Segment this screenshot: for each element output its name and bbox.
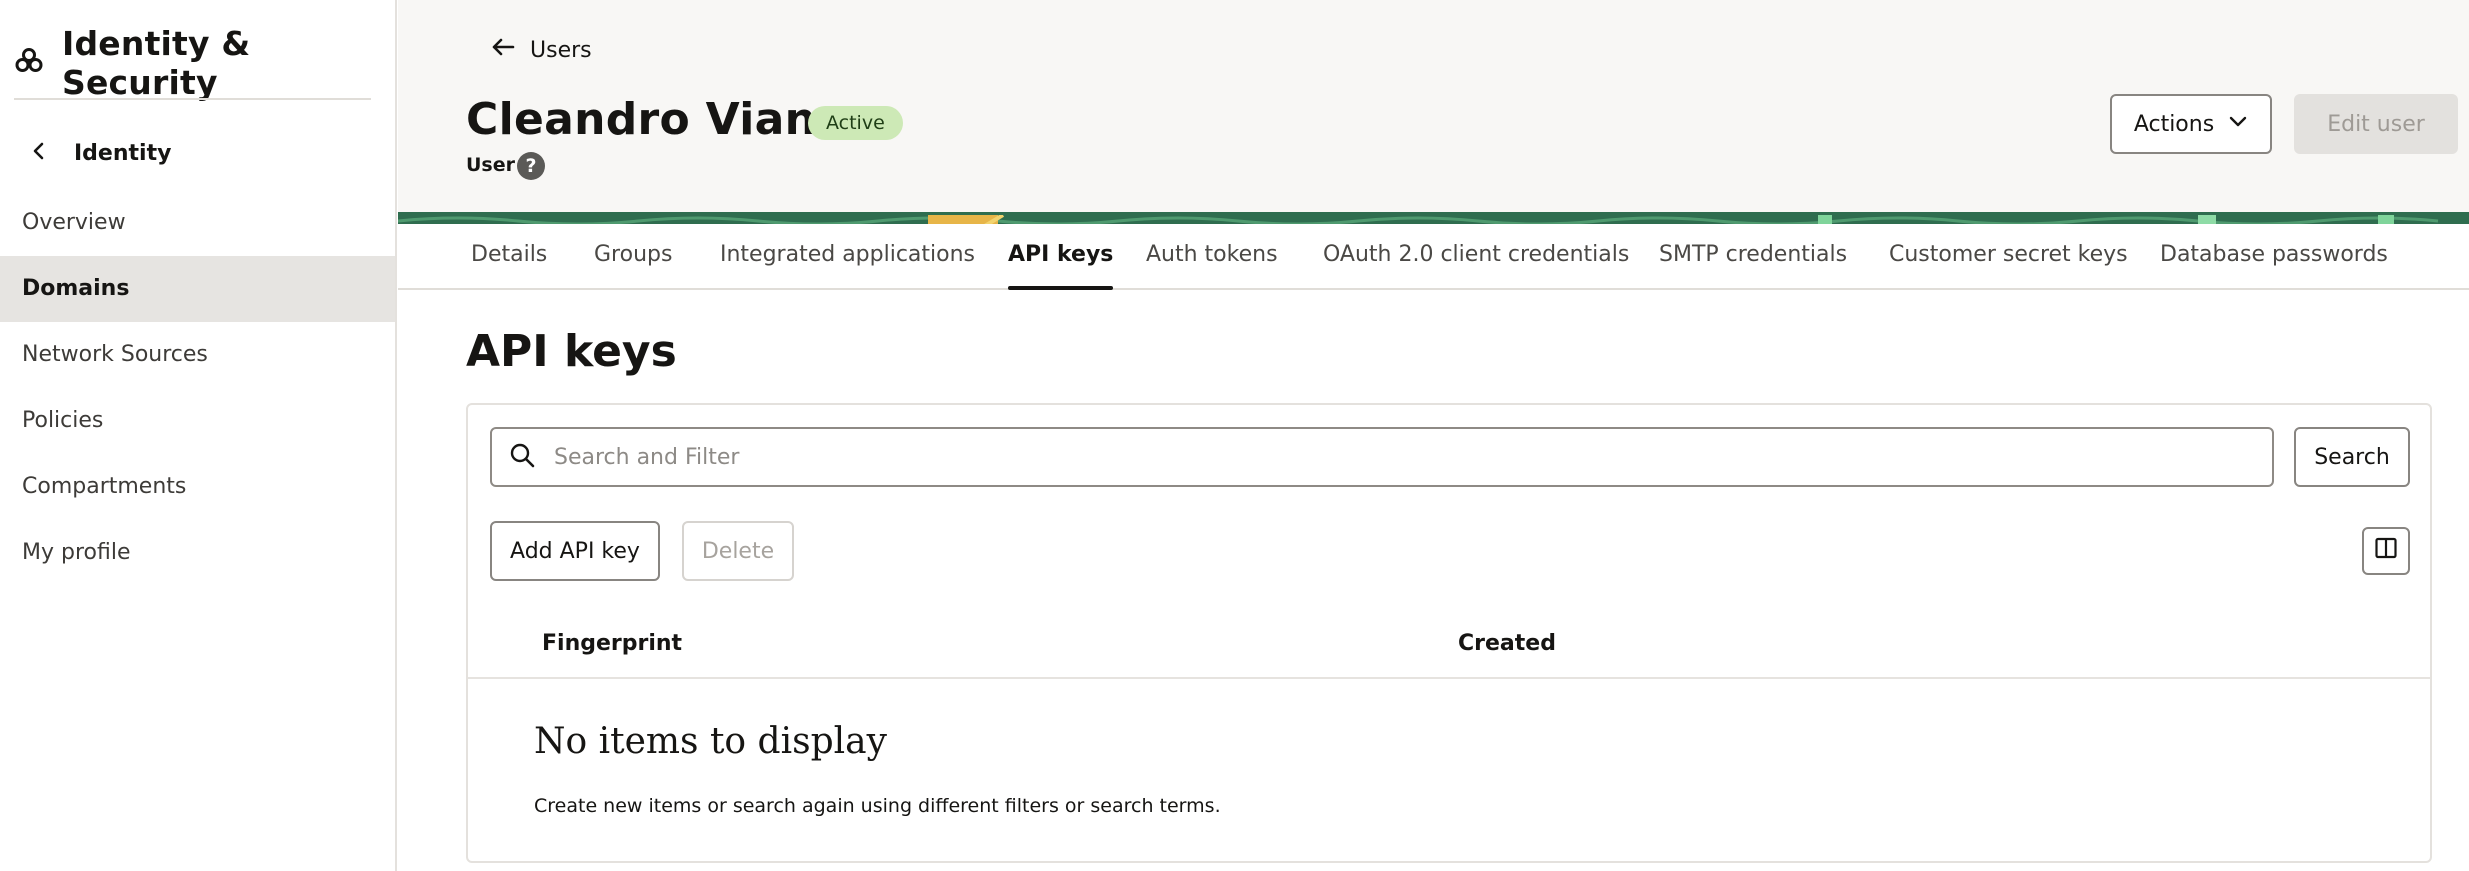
edit-user-button[interactable]: Edit user <box>2294 94 2458 154</box>
page-title: Cleandro Viana <box>466 94 847 145</box>
sidebar-back-identity[interactable]: Identity <box>28 140 171 166</box>
search-box[interactable] <box>490 427 2274 487</box>
sidebar: Identity & Security Identity Overview Do… <box>0 0 397 871</box>
sidebar-item-overview[interactable]: Overview <box>0 190 395 256</box>
api-keys-panel: Search Add API key Delete Fingerprint Cr… <box>466 403 2432 863</box>
section-title: API keys <box>466 326 677 377</box>
sidebar-back-label: Identity <box>74 140 172 166</box>
tab-details[interactable]: Details <box>471 224 547 288</box>
tab-bar: Details Groups Integrated applications A… <box>398 224 2469 290</box>
sidebar-item-domains[interactable]: Domains <box>0 256 395 322</box>
sidebar-item-network-sources[interactable]: Network Sources <box>0 322 395 388</box>
tab-groups[interactable]: Groups <box>594 224 672 288</box>
table-header-divider <box>468 677 2430 679</box>
back-link-label: Users <box>530 37 592 63</box>
sidebar-item-my-profile[interactable]: My profile <box>0 520 395 586</box>
decorative-banner <box>398 212 2469 224</box>
app-title: Identity & Security <box>62 24 251 102</box>
delete-button[interactable]: Delete <box>682 521 794 581</box>
help-icon[interactable]: ? <box>517 152 545 180</box>
tab-auth-tokens[interactable]: Auth tokens <box>1146 224 1278 288</box>
tab-customer-secret-keys[interactable]: Customer secret keys <box>1889 224 2128 288</box>
tab-database-passwords[interactable]: Database passwords <box>2160 224 2388 288</box>
chevron-down-icon <box>2214 111 2248 137</box>
empty-state-title: No items to display <box>534 721 887 762</box>
sidebar-divider <box>14 98 371 100</box>
tab-api-keys[interactable]: API keys <box>1008 224 1114 290</box>
empty-state-message: Create new items or search again using d… <box>534 795 1221 817</box>
column-header-created[interactable]: Created <box>1458 631 1556 656</box>
status-badge: Active <box>808 106 903 140</box>
search-icon <box>492 441 536 473</box>
tab-integrated-applications[interactable]: Integrated applications <box>720 224 975 288</box>
column-header-fingerprint[interactable]: Fingerprint <box>542 631 682 656</box>
actions-button-label: Actions <box>2133 111 2215 137</box>
sidebar-item-compartments[interactable]: Compartments <box>0 454 395 520</box>
identity-logo-icon <box>14 46 44 80</box>
page-header: Users Cleandro Viana Active User ? Actio… <box>398 0 2469 212</box>
chevron-left-icon <box>28 140 50 166</box>
arrow-left-icon <box>488 32 518 68</box>
tab-oauth-client-credentials[interactable]: OAuth 2.0 client credentials <box>1323 224 1629 288</box>
tab-smtp-credentials[interactable]: SMTP credentials <box>1659 224 1847 288</box>
back-to-users-link[interactable]: Users <box>476 32 592 68</box>
search-input[interactable] <box>552 443 2256 471</box>
column-layout-button[interactable] <box>2362 527 2410 575</box>
columns-icon <box>2374 536 2398 566</box>
add-api-key-button[interactable]: Add API key <box>490 521 660 581</box>
user-type-label: User <box>466 154 515 176</box>
sidebar-item-policies[interactable]: Policies <box>0 388 395 454</box>
actions-button[interactable]: Actions <box>2110 94 2272 154</box>
brand: Identity & Security <box>14 24 395 102</box>
search-button[interactable]: Search <box>2294 427 2410 487</box>
